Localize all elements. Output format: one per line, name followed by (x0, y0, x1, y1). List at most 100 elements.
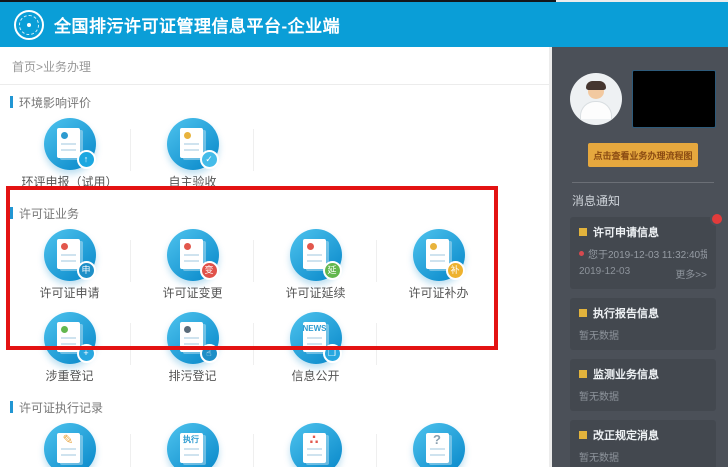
notice-card-title: 改正规定消息 (593, 430, 659, 442)
service-item-label: 排污登记 (168, 369, 217, 383)
service-item-label: 许可证变更 (162, 286, 223, 300)
icon-glyph: ? (433, 432, 441, 447)
icon-badge: 补 (445, 261, 465, 280)
document-shape (56, 239, 80, 269)
self-acceptance-icon: ✓ (166, 118, 219, 170)
notice-detail-row: 您于2019-12-03 11:32:40提交的申... (579, 246, 707, 261)
monitor-record-icon: ∴ (289, 423, 342, 467)
notice-section-title: 消息通知 (572, 194, 621, 208)
grid-permit: 申许可证申请变许可证变更延许可证延续补许可证补办 + 涉重登记 ☝ 排污登记 NEWS ❐ 信… (0, 224, 549, 390)
service-item-eia-declare[interactable]: ↑ 环评申报（试用） (8, 113, 131, 196)
document-shape (179, 239, 203, 269)
info-disclosure-icon: NEWS ❐ (289, 312, 342, 364)
service-item-permit-renew[interactable]: 延许可证延续 (254, 224, 377, 307)
notice-card-title-row: 许可申请信息 (579, 224, 707, 240)
notice-type-icon (579, 431, 587, 439)
service-item-label: 信息公开 (291, 369, 340, 383)
notice-card-title: 监测业务信息 (593, 369, 659, 381)
heavy-metal-register-icon: + (43, 312, 96, 364)
no-data-text: 暂无数据 (579, 392, 619, 403)
grid-eia: ↑ 环评申报（试用） ✓ 自主验收 (0, 113, 549, 196)
service-item-discharge-register[interactable]: ☝ 排污登记 (131, 307, 254, 390)
permit-reissue-icon: 补 (412, 229, 465, 281)
icon-badge: + (76, 344, 96, 363)
service-item-permit-reissue[interactable]: 补许可证补办 (377, 224, 500, 307)
icon-badge: ☝ (199, 344, 219, 363)
notice-type-icon (579, 309, 587, 317)
execution-report-icon: 执行 (166, 423, 219, 467)
service-item-label: 自主验收 (168, 175, 217, 189)
document-shape (302, 239, 326, 269)
service-item-execution-report[interactable]: 执行执行报告 (131, 418, 254, 467)
document-shape (56, 128, 80, 158)
service-item-label: 许可证延续 (285, 286, 346, 300)
avatar-head (586, 81, 606, 99)
notice-card-execution-report-info: 执行报告信息暂无数据 (570, 298, 716, 350)
icon-badge: 申 (76, 261, 96, 280)
section-bar (10, 207, 13, 219)
service-item-heavy-metal-register[interactable]: + 涉重登记 (8, 307, 131, 390)
notice-card-correction-rule-info: 改正规定消息暂无数据 (570, 420, 716, 467)
service-item-ledger-record[interactable]: ✎台账记录 (8, 418, 131, 467)
breadcrumb[interactable]: 首页>业务办理 (0, 47, 549, 85)
notice-card-footer: 2019-12-03 更多>> (579, 266, 707, 281)
service-item-permit-apply[interactable]: 申许可证申请 (8, 224, 131, 307)
service-item-label: 许可证申请 (39, 286, 100, 300)
document-shape (179, 322, 203, 352)
app-header: 全国排污许可证管理信息平台-企业端 (0, 2, 728, 47)
correction-rule-icon: ? (412, 423, 465, 467)
permit-apply-icon: 申 (43, 229, 96, 281)
redacted-info-box (632, 70, 716, 128)
permit-change-icon: 变 (166, 229, 219, 281)
icon-badge: ✓ (199, 150, 219, 169)
document-shape (56, 322, 80, 352)
section-header-execution: 许可证执行记录 (10, 398, 549, 416)
service-item-monitor-record[interactable]: ∴监测记录 (254, 418, 377, 467)
service-item-label: 环评申报（试用） (21, 175, 118, 189)
notice-card-title-row: 监测业务信息 (579, 366, 707, 382)
icon-badge: ↑ (76, 150, 96, 169)
eia-declare-icon: ↑ (43, 118, 96, 170)
view-flow-button[interactable]: 点击查看业务办理流程图 (588, 143, 698, 167)
avatar-body (580, 101, 612, 119)
more-link[interactable]: 更多>> (675, 266, 707, 281)
notice-card-permit-application-info: 许可申请信息您于2019-12-03 11:32:40提交的申... 2019-1… (570, 212, 724, 289)
unread-dot-icon (579, 251, 584, 256)
service-item-label: 许可证补办 (408, 286, 469, 300)
service-item-permit-change[interactable]: 变许可证变更 (131, 224, 254, 307)
section-title: 许可证执行记录 (19, 400, 104, 415)
app-title: 全国排污许可证管理信息平台-企业端 (54, 17, 341, 36)
notice-card-title: 执行报告信息 (593, 308, 659, 320)
notice-card-title-row: 改正规定消息 (579, 427, 707, 443)
icon-badge: 延 (322, 261, 342, 280)
notice-date: 2019-12-03 (579, 266, 631, 277)
permit-renew-icon: 延 (289, 229, 342, 281)
unread-notification-badge (710, 212, 724, 226)
app-window: 全国排污许可证管理信息平台-企业端 首页>业务办理 环境影响评价 ↑ 环评申报（试… (0, 0, 728, 467)
user-avatar (570, 73, 622, 125)
no-data-text: 暂无数据 (579, 453, 619, 464)
section-header-permit: 许可证业务 (10, 204, 549, 222)
section-bar (10, 96, 13, 108)
notice-card-monitor-business-info: 监测业务信息暂无数据 (570, 359, 716, 411)
section-bar (10, 401, 13, 413)
main-content: 首页>业务办理 环境影响评价 ↑ 环评申报（试用） ✓ 自主验收 许可证业务 申许可证… (0, 47, 549, 467)
notice-type-icon (579, 228, 587, 236)
icon-badge: 变 (199, 261, 219, 280)
notice-card-title-row: 执行报告信息 (579, 305, 707, 321)
section-header-eia: 环境影响评价 (10, 93, 549, 111)
ledger-record-icon: ✎ (43, 423, 96, 467)
grid-execution: ✎台账记录执行执行报告∴监测记录?改正规定 (0, 418, 549, 467)
no-data-text: 暂无数据 (579, 331, 619, 342)
sidebar: 点击查看业务办理流程图 消息通知 许可申请信息 您于2019-12-03 11:3… (552, 47, 728, 467)
service-item-info-disclosure[interactable]: NEWS ❐ 信息公开 (254, 307, 377, 390)
section-title: 环境影响评价 (19, 95, 92, 110)
section-title: 许可证业务 (19, 206, 80, 221)
icon-glyph: ∴ (309, 432, 319, 447)
service-item-self-acceptance[interactable]: ✓ 自主验收 (131, 113, 254, 196)
sidebar-divider (572, 182, 714, 183)
icon-glyph: NEWS (302, 324, 327, 333)
service-item-correction-rule[interactable]: ?改正规定 (377, 418, 500, 467)
icon-glyph: ✎ (62, 432, 74, 447)
service-item-label: 涉重登记 (45, 369, 94, 383)
